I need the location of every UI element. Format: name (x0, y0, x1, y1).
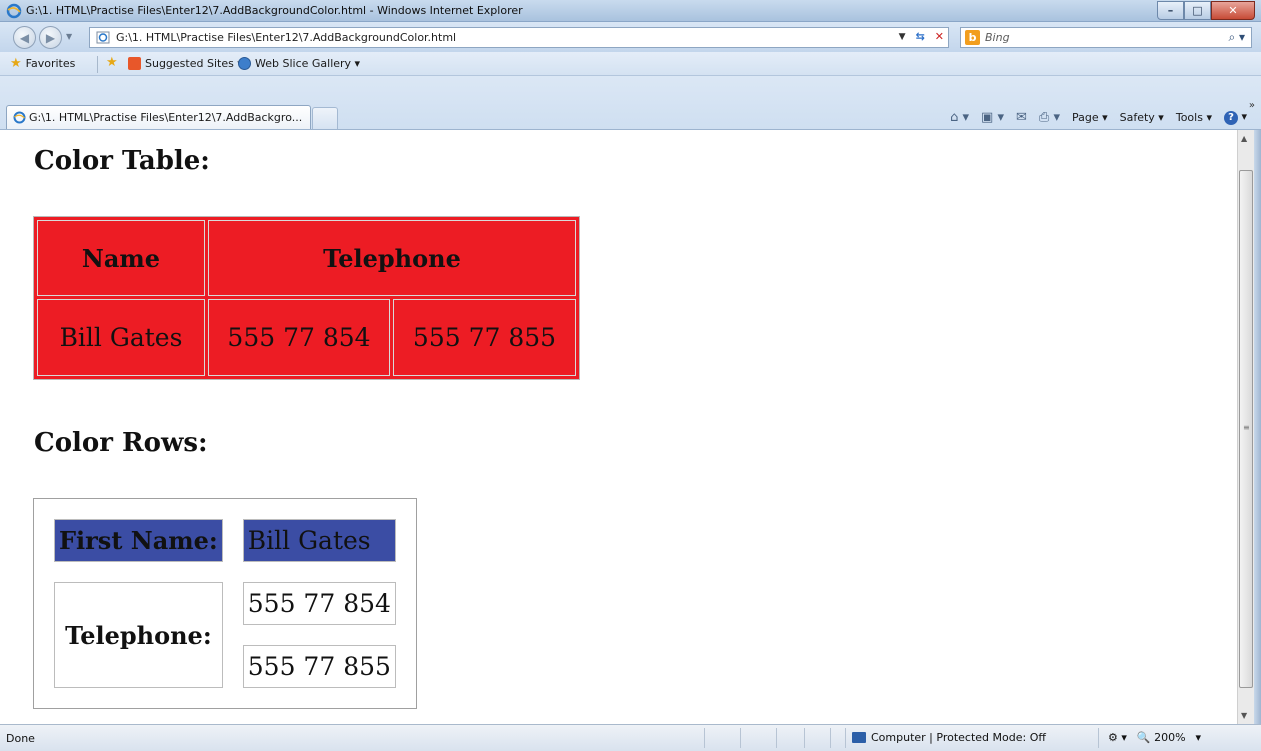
color-table-heading: Color Table: (34, 146, 210, 176)
maximize-button[interactable]: □ (1184, 1, 1211, 20)
title-bar: G:\1. HTML\Practise Files\Enter12\7.AddB… (0, 0, 1261, 22)
status-divider (845, 728, 846, 748)
close-button[interactable]: ✕ (1211, 1, 1255, 20)
add-to-favorites-button[interactable]: ★ (106, 55, 118, 70)
status-bar: Done Computer | Protected Mode: Off ⚙ ▾ … (0, 724, 1261, 751)
status-divider (830, 728, 831, 748)
cell-phone-2: 555 77 855 (393, 299, 576, 376)
table-row: Name Telephone (37, 220, 576, 296)
suggested-sites-label: Suggested Sites ▾ (145, 57, 243, 70)
favorites-divider (97, 56, 98, 73)
page-menu[interactable]: Page ▾ (1072, 111, 1108, 124)
status-divider (804, 728, 805, 748)
status-divider (776, 728, 777, 748)
table-row: First Name: Bill Gates (54, 519, 396, 562)
search-icon[interactable]: ⌕ ▾ (1228, 30, 1245, 45)
status-text: Done (6, 732, 35, 745)
refresh-icon[interactable]: ⇆ (916, 30, 925, 43)
color-rows-table: First Name: Bill Gates Telephone: 555 77… (33, 498, 417, 709)
scroll-up-icon[interactable]: ▲ (1241, 134, 1247, 143)
print-icon[interactable]: ⎙ ▾ (1039, 110, 1060, 125)
more-commands-icon[interactable]: » (1249, 100, 1255, 111)
protected-mode-icon[interactable]: ⚙ ▾ (1108, 731, 1127, 744)
status-divider (704, 728, 705, 748)
zoom-dropdown-icon[interactable]: ▾ (1196, 731, 1202, 744)
safety-menu[interactable]: Safety ▾ (1120, 111, 1164, 124)
zone-text: Computer | Protected Mode: Off (871, 731, 1046, 744)
address-controls: ▼ ⇆ ✕ (899, 30, 944, 43)
page-content: Color Table: Name Telephone Bill Gates 5… (0, 130, 1237, 724)
table-row: Telephone: 555 77 854 (54, 582, 396, 688)
phone-1-value: 555 77 854 (242, 582, 396, 625)
help-menu[interactable]: ? ▾ (1223, 110, 1247, 125)
cell-name: Bill Gates (37, 299, 205, 376)
header-name: Name (37, 220, 205, 296)
command-bar: ⌂ ▾ ▣ ▾ ✉ ⎙ ▾ Page ▾ Safety ▾ Tools ▾ ? … (950, 110, 1247, 125)
status-divider (740, 728, 741, 748)
web-slice-gallery-link[interactable]: Web Slice Gallery ▾ (238, 57, 360, 70)
web-slice-label: Web Slice Gallery ▾ (255, 57, 361, 70)
scroll-grip-icon: ≡ (1243, 423, 1250, 432)
tab-label: G:\1. HTML\Practise Files\Enter12\7.AddB… (29, 111, 303, 124)
tools-menu[interactable]: Tools ▾ (1176, 111, 1212, 124)
window-controls: – □ ✕ (1157, 1, 1255, 20)
search-input[interactable]: b Bing ⌕ ▾ (960, 27, 1252, 48)
zoom-level: 🔍 200% (1136, 731, 1186, 744)
favorites-bar: ★ Favorites ★ Suggested Sites ▾ Web Slic… (0, 52, 1261, 76)
color-rows-heading: Color Rows: (34, 428, 208, 458)
tab-page-icon (13, 111, 26, 124)
cell-phone-1: 555 77 854 (208, 299, 390, 376)
telephone-label: Telephone: (54, 582, 223, 688)
back-button[interactable]: ◀ (13, 26, 36, 49)
scroll-thumb[interactable]: ≡ (1239, 170, 1253, 688)
favorites-label: Favorites (25, 57, 76, 70)
help-icon: ? (1223, 111, 1238, 125)
favorites-button[interactable]: ★ Favorites (10, 55, 76, 71)
read-mail-icon[interactable]: ✉ (1016, 110, 1027, 125)
window-title: G:\1. HTML\Practise Files\Enter12\7.AddB… (26, 4, 523, 17)
security-zone[interactable]: Computer | Protected Mode: Off (852, 731, 1046, 744)
first-name-value: Bill Gates (242, 519, 396, 562)
color-table: Name Telephone Bill Gates 555 77 854 555… (33, 216, 580, 380)
phone-2-value: 555 77 855 (242, 645, 396, 688)
tab-current-page[interactable]: G:\1. HTML\Practise Files\Enter12\7.AddB… (6, 105, 311, 129)
table-row: Bill Gates 555 77 854 555 77 855 (37, 299, 576, 376)
page-icon (96, 31, 110, 44)
tab-row: » G:\1. HTML\Practise Files\Enter12\7.Ad… (0, 76, 1261, 130)
url-text: G:\1. HTML\Practise Files\Enter12\7.AddB… (116, 31, 457, 44)
status-divider (1098, 728, 1099, 748)
scroll-down-icon[interactable]: ▼ (1241, 711, 1247, 720)
bing-icon: b (965, 30, 980, 45)
forward-button[interactable]: ▶ (39, 26, 62, 49)
star-icon: ★ (10, 55, 22, 71)
internet-explorer-icon (6, 3, 22, 19)
search-placeholder: Bing (985, 31, 1010, 44)
recent-pages-dropdown-icon[interactable]: ▼ (66, 32, 72, 41)
address-dropdown-icon[interactable]: ▼ (899, 32, 906, 43)
new-tab-button[interactable] (312, 107, 338, 129)
first-name-label: First Name: (54, 519, 223, 562)
zoom-control[interactable]: ⚙ ▾ 🔍 200% ▾ (1108, 731, 1201, 744)
vertical-scrollbar[interactable]: ▲ ≡ ▼ (1237, 130, 1254, 724)
add-favorite-icon: ★ (106, 55, 118, 70)
zoom-text: 200% (1154, 731, 1186, 744)
address-input[interactable]: G:\1. HTML\Practise Files\Enter12\7.AddB… (89, 27, 949, 48)
web-slice-icon (238, 57, 251, 70)
stop-icon[interactable]: ✕ (935, 30, 944, 43)
address-toolbar: ◀ ▶ ▼ G:\1. HTML\Practise Files\Enter12\… (0, 22, 1261, 52)
window-frame-edge (1254, 130, 1261, 724)
computer-icon (852, 732, 866, 743)
home-icon[interactable]: ⌂ ▾ (950, 110, 969, 125)
feeds-icon[interactable]: ▣ ▾ (981, 110, 1004, 125)
minimize-button[interactable]: – (1157, 1, 1184, 20)
suggested-sites-link[interactable]: Suggested Sites ▾ (128, 57, 243, 70)
header-telephone: Telephone (208, 220, 576, 296)
suggested-sites-icon (128, 57, 141, 70)
